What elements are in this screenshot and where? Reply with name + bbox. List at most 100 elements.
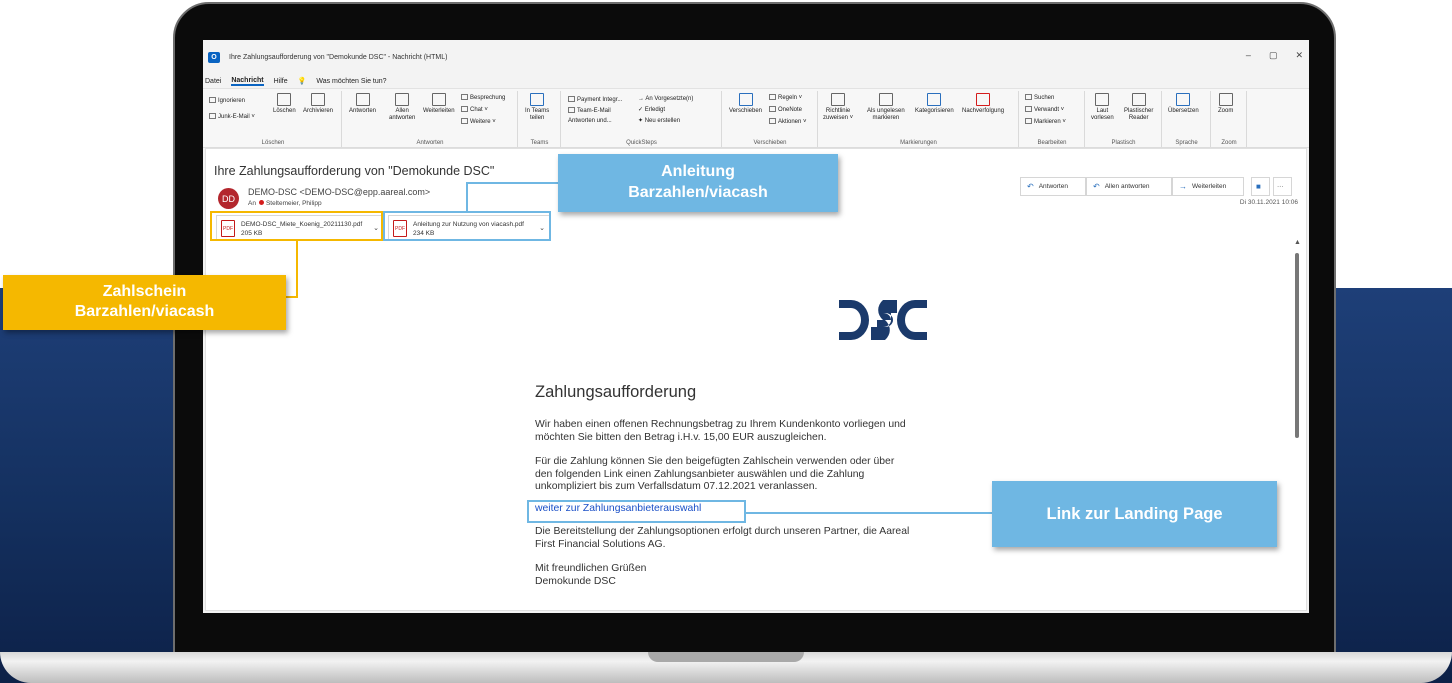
menu-hilfe[interactable]: Hilfe xyxy=(274,78,288,85)
menu-datei[interactable]: Datei xyxy=(205,78,221,85)
zoom-button[interactable]: Zoom xyxy=(1218,93,1233,115)
sender[interactable]: DEMO-DSC <DEMO-DSC@epp.aareal.com> xyxy=(248,187,430,197)
teams-share-button[interactable]: ■ xyxy=(1251,177,1270,196)
menu-nachricht[interactable]: Nachricht xyxy=(231,77,264,86)
email-text-line: Die Bereitstellung der Zahlungsoptionen … xyxy=(535,526,910,537)
chat-icon xyxy=(461,106,468,112)
dsc-logo-mark xyxy=(839,300,927,340)
actions-icon xyxy=(769,118,776,124)
lightbulb-icon: 💡 xyxy=(297,78,307,85)
title-bar: O Ihre Zahlungsaufforderung von "Demokun… xyxy=(203,40,1309,74)
reply-icon: ↶ xyxy=(1027,182,1034,191)
callout-text: Barzahlen/viacash xyxy=(628,184,768,201)
zoom-icon xyxy=(1218,93,1233,106)
recipient[interactable]: Steltemeier, Philipp xyxy=(266,200,322,207)
laptop-notch xyxy=(648,652,804,662)
forward-action-button[interactable]: → Weiterleiten xyxy=(1172,177,1244,196)
quickstep-done[interactable]: ✓ Erledigt xyxy=(638,107,665,114)
group-label-plastisch: Plastisch xyxy=(1111,140,1136,146)
policy-button[interactable]: Richtlinie zuweisen ˅ xyxy=(823,93,853,122)
email-signature: Mit freundlichen Grüßen Demokunde DSC xyxy=(535,563,965,588)
minimize-button[interactable]: – xyxy=(1246,50,1251,61)
onenote-icon xyxy=(769,106,776,112)
callout-text: Barzahlen/viacash xyxy=(74,303,215,320)
quickstep-new[interactable]: ✦ Neu erstellen xyxy=(638,118,680,125)
vertical-scrollbar[interactable]: ▲ xyxy=(1294,239,1301,519)
scrollbar-thumb[interactable] xyxy=(1295,253,1299,438)
quickstep-payment[interactable]: Payment Integr... xyxy=(568,96,622,104)
close-button[interactable]: ✕ xyxy=(1295,50,1303,61)
search-button[interactable]: Suchen xyxy=(1025,94,1054,102)
meeting-button[interactable]: Besprechung xyxy=(461,94,505,102)
categorize-button[interactable]: Kategorisieren xyxy=(915,93,954,115)
group-zoom: Zoom Zoom xyxy=(1212,91,1247,147)
read-aloud-button[interactable]: Laut vorlesen xyxy=(1091,93,1114,122)
share-teams-button[interactable]: In Teams teilen xyxy=(525,93,549,122)
more-icon xyxy=(461,118,468,124)
reply-all-action-button[interactable]: ↶ Allen antworten xyxy=(1086,177,1172,196)
avatar: DD xyxy=(218,188,239,209)
group-antworten: Antworten Allen antworten Weiterleiten Be… xyxy=(343,91,518,147)
quickstep-team-mail[interactable]: Team-E-Mail xyxy=(568,107,611,115)
more-actions-button[interactable]: ··· xyxy=(1273,177,1292,196)
trash-icon xyxy=(277,93,292,106)
reply-all-icon xyxy=(395,93,410,106)
immersive-reader-button[interactable]: Plastischer Reader xyxy=(1124,93,1153,122)
move-button[interactable]: Verschieben xyxy=(729,93,762,115)
read-aloud-icon xyxy=(1095,93,1110,106)
connector-anleitung-v xyxy=(466,182,468,212)
teams-icon: ■ xyxy=(1256,182,1261,191)
group-label-verschieben: Verschieben xyxy=(753,140,787,146)
email-paragraph-1: Wir haben einen offenen Rechnungsbetrag … xyxy=(535,419,965,444)
flag-icon xyxy=(976,93,991,106)
related-button[interactable]: Verwandt ˅ xyxy=(1025,106,1064,114)
followup-button[interactable]: Nachverfolgung xyxy=(962,93,1004,115)
scroll-up-icon[interactable]: ▲ xyxy=(1294,239,1301,246)
calendar-icon xyxy=(461,94,468,100)
maximize-button[interactable]: ▢ xyxy=(1269,50,1278,61)
forward-button[interactable]: Weiterleiten xyxy=(423,93,455,115)
quickstep-reply-delete[interactable]: Antworten und... xyxy=(568,118,612,125)
email-text-line: möchten Sie bitten den Betrag i.H.v. 15,… xyxy=(535,431,827,443)
more-button[interactable]: Weitere ˅ xyxy=(461,118,496,126)
forward-icon: → xyxy=(1179,182,1187,191)
highlight-zahlschein xyxy=(210,211,383,241)
highlight-anleitung xyxy=(383,211,551,241)
group-label-bearbeiten: Bearbeiten xyxy=(1037,140,1067,146)
mark-unread-button[interactable]: Als ungelesen markieren xyxy=(867,93,905,122)
reply-action-button[interactable]: ↶ Antworten xyxy=(1020,177,1086,196)
ribbon: Ignorieren Junk-E-Mail ˅ Löschen Archivi… xyxy=(203,88,1309,148)
junk-button[interactable]: Junk-E-Mail ˅ xyxy=(209,113,255,121)
select-button[interactable]: Markieren ˅ xyxy=(1025,118,1066,126)
search-icon xyxy=(1025,94,1032,100)
onenote-button[interactable]: OneNote xyxy=(769,106,802,114)
reply-icon xyxy=(355,93,370,106)
ignore-icon xyxy=(209,97,216,103)
email-text-line: First Financial Solutions AG. xyxy=(535,538,666,550)
callout-zahlschein: Zahlschein Barzahlen/viacash xyxy=(3,275,286,330)
group-plastisch: Laut vorlesen Plastischer Reader Plastisch xyxy=(1086,91,1162,147)
translate-button[interactable]: Übersetzen xyxy=(1168,93,1199,115)
actions-button[interactable]: Aktionen ˅ xyxy=(769,118,807,126)
email-text-line: Wir haben einen offenen Rechnungsbetrag … xyxy=(535,419,906,430)
reader-icon xyxy=(1131,93,1146,106)
email-heading: Zahlungsaufforderung xyxy=(535,383,697,401)
reply-all-button[interactable]: Allen antworten xyxy=(389,93,415,122)
rules-button[interactable]: Regeln ˅ xyxy=(769,94,802,102)
highlight-link xyxy=(527,500,746,523)
archive-button[interactable]: Archivieren xyxy=(303,93,333,115)
email-text-line: Mit freundlichen Grüßen xyxy=(535,563,647,574)
chat-button[interactable]: Chat ˅ xyxy=(461,106,488,114)
ignore-button[interactable]: Ignorieren xyxy=(209,97,245,105)
related-icon xyxy=(1025,106,1032,112)
quickstep-manager[interactable]: → An Vorgesetzte(n) xyxy=(638,96,693,103)
group-label-teams: Teams xyxy=(530,140,549,146)
dsc-logo xyxy=(837,297,929,348)
archive-icon xyxy=(311,93,325,106)
mail-icon xyxy=(568,107,575,113)
email-paragraph-3: Die Bereitstellung der Zahlungsoptionen … xyxy=(535,526,965,551)
reply-all-icon: ↶ xyxy=(1093,182,1100,191)
delete-button[interactable]: Löschen xyxy=(273,93,296,115)
reply-button[interactable]: Antworten xyxy=(349,93,376,115)
tell-me-search[interactable]: Was möchten Sie tun? xyxy=(316,78,386,85)
